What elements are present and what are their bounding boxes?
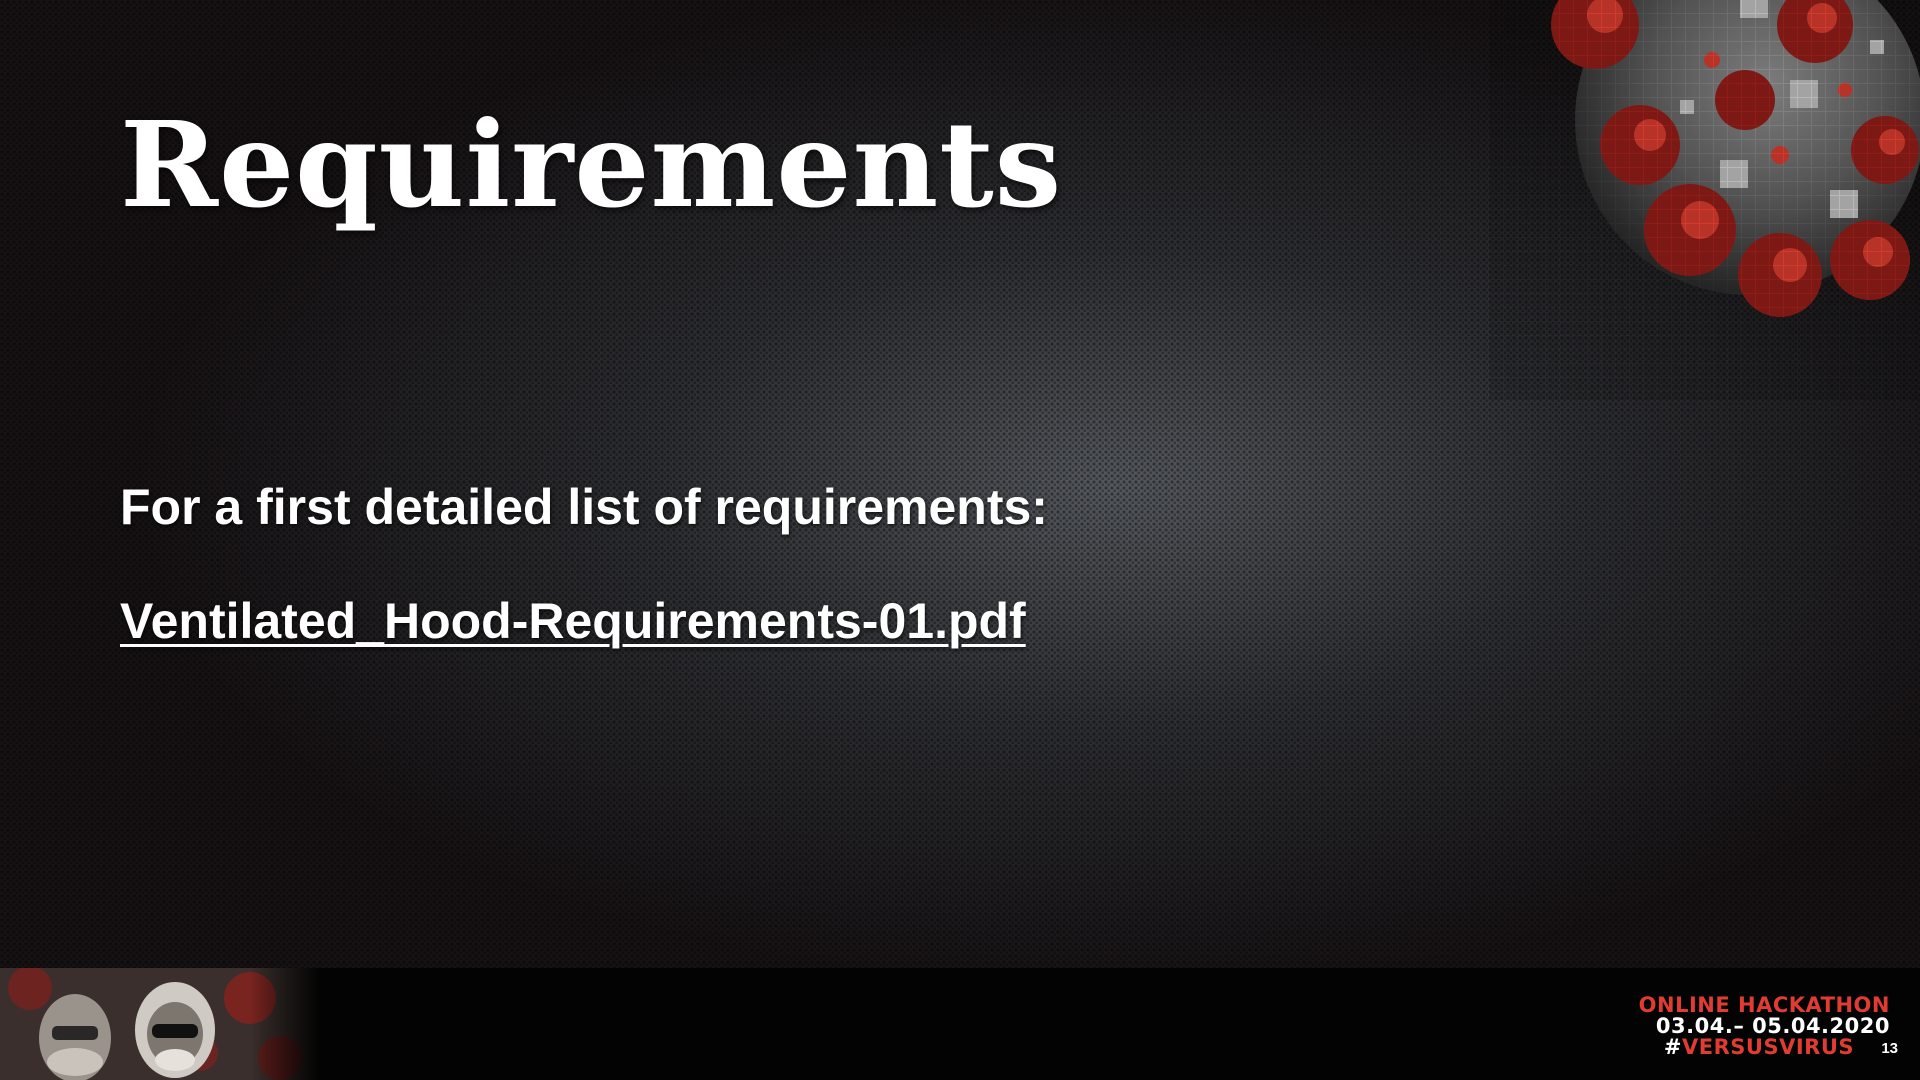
event-name: ONLINE HACKATHON <box>1638 993 1890 1017</box>
event-dates: 03.04.– 05.04.2020 <box>1655 1014 1890 1038</box>
event-info: ONLINE HACKATHON 03.04.– 05.04.2020 #VER… <box>1639 995 1890 1058</box>
masked-people-photo <box>0 968 320 1080</box>
event-hashtag: #VERSUSVIRUS <box>1639 1037 1890 1058</box>
coronavirus-illustration <box>1490 0 1920 400</box>
slide-title: Requirements <box>120 95 1063 234</box>
footer-bar: ONLINE HACKATHON 03.04.– 05.04.2020 #VER… <box>0 968 1920 1080</box>
hashtag-text: VERSUSVIRUS <box>1682 1035 1854 1059</box>
slide: Requirements For a first detailed list o… <box>0 0 1920 1080</box>
page-number: 13 <box>1881 1040 1898 1057</box>
hashtag-symbol: # <box>1663 1035 1683 1059</box>
requirements-pdf-link[interactable]: Ventilated_Hood-Requirements-01.pdf <box>120 592 1026 650</box>
lead-text: For a first detailed list of requirement… <box>120 479 1048 535</box>
